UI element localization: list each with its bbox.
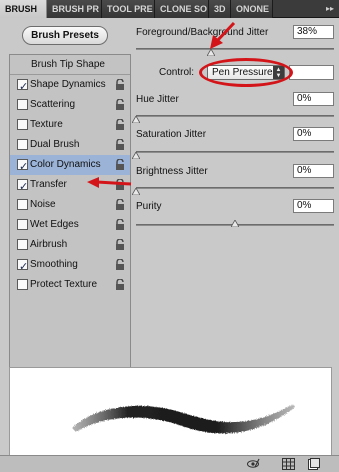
brush-panel: Brush Presets Brush Tip Shape ✓ Shape Dy… [0,18,339,458]
lock-icon[interactable] [115,259,125,271]
tab-3d[interactable]: 3D [209,0,231,18]
option-label: Texture [30,119,63,130]
option-label: Smoothing [30,259,78,270]
option-label: Transfer [30,179,67,190]
new-page-icon[interactable] [307,458,320,470]
tab-clone-source[interactable]: CLONE SO [155,0,209,18]
brush-tip-shape-item[interactable]: Brush Tip Shape [10,55,130,75]
panel-tab-bar: BRUSH BRUSH PR TOOL PRE CLONE SO 3D ONON… [0,0,339,18]
tab-tool-presets[interactable]: TOOL PRE [102,0,155,18]
checkbox[interactable] [17,279,28,290]
brightness-jitter-value[interactable]: 0% [293,164,334,178]
checkbox[interactable] [17,239,28,250]
tab-onone[interactable]: ONONE [231,0,273,18]
tab-brush[interactable]: BRUSH [0,0,47,18]
fg-bg-jitter-value[interactable]: 38% [293,25,334,39]
option-row-color-dynamics[interactable]: ✓ Color Dynamics [10,155,130,175]
option-label: Dual Brush [30,139,80,150]
hue-jitter-value[interactable]: 0% [293,92,334,106]
purity-value[interactable]: 0% [293,199,334,213]
option-row-smoothing[interactable]: ✓ Smoothing [10,255,130,275]
control-label: Control: [159,67,195,78]
option-row-protect-texture[interactable]: Protect Texture [10,275,130,295]
lock-icon[interactable] [115,279,125,291]
option-label: Scattering [30,99,76,110]
checkbox[interactable] [17,219,28,230]
control-secondary-field[interactable] [289,65,334,80]
brush-eye-icon[interactable] [247,458,260,470]
grid-icon[interactable] [282,458,295,470]
option-label: Shape Dynamics [30,79,106,90]
annotation-arrow-icon [210,22,236,49]
brush-presets-button[interactable]: Brush Presets [22,26,108,45]
saturation-jitter-value[interactable]: 0% [293,127,334,141]
annotation-arrow-icon [87,177,132,188]
checkbox[interactable]: ✓ [17,259,28,273]
slider-thumb-icon[interactable] [132,188,140,195]
brush-stroke-graphic [72,404,295,434]
hue-jitter-label: Hue Jitter [136,94,179,105]
brush-options-list: Brush Tip Shape ✓ Shape Dynamics Scatter… [9,54,131,373]
hue-jitter-slider[interactable] [136,115,334,117]
lock-icon[interactable] [115,139,125,151]
checkbox[interactable] [17,99,28,110]
lock-icon[interactable] [115,159,125,171]
option-row-wet-edges[interactable]: Wet Edges [10,215,130,235]
checkbox[interactable]: ✓ [17,79,28,93]
fg-bg-jitter-label: Foreground/Background Jitter [136,27,269,38]
option-label: Protect Texture [30,279,98,290]
lock-icon[interactable] [115,239,125,251]
slider-thumb-icon[interactable] [207,49,216,56]
checkbox[interactable]: ✓ [17,159,28,173]
slider-thumb-icon[interactable] [231,220,239,227]
panel-collapse-icon[interactable]: ▸▸ [324,3,336,15]
lock-icon[interactable] [115,199,125,211]
panel-bottom-bar [0,455,339,472]
lock-icon[interactable] [115,219,125,231]
purity-label: Purity [136,201,162,212]
brightness-jitter-slider[interactable] [136,187,334,189]
slider-thumb-icon[interactable] [132,116,140,123]
saturation-jitter-slider[interactable] [136,151,334,153]
option-label: Noise [30,199,56,210]
checkbox[interactable] [17,139,28,150]
option-label: Color Dynamics [30,159,101,170]
option-row-shape-dynamics[interactable]: ✓ Shape Dynamics [10,75,130,95]
lock-icon[interactable] [115,99,125,111]
slider-thumb-icon[interactable] [132,152,140,159]
option-row-texture[interactable]: Texture [10,115,130,135]
option-row-dual-brush[interactable]: Dual Brush [10,135,130,155]
lock-icon[interactable] [115,79,125,91]
option-label: Wet Edges [30,219,79,230]
checkbox[interactable] [17,199,28,210]
option-label: Airbrush [30,239,68,250]
annotation-ellipse [199,58,293,87]
tab-brush-presets[interactable]: BRUSH PR [47,0,102,18]
lock-icon[interactable] [115,119,125,131]
option-row-scattering[interactable]: Scattering [10,95,130,115]
brush-stroke-preview [9,367,332,458]
checkbox[interactable] [17,119,28,130]
option-row-airbrush[interactable]: Airbrush [10,235,130,255]
saturation-jitter-label: Saturation Jitter [136,129,207,140]
brightness-jitter-label: Brightness Jitter [136,166,208,177]
option-row-noise[interactable]: Noise [10,195,130,215]
checkbox[interactable]: ✓ [17,179,28,193]
